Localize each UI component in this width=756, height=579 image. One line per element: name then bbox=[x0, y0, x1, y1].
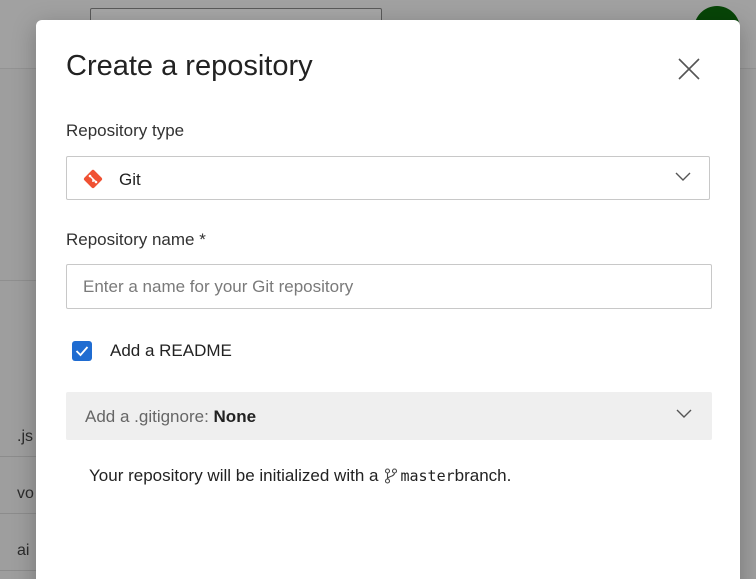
note-text-after: branch. bbox=[454, 466, 512, 485]
add-readme-option[interactable]: Add a README bbox=[72, 339, 232, 363]
branch-name: master bbox=[400, 467, 455, 485]
gitignore-dropdown[interactable]: Add a .gitignore: None bbox=[66, 392, 712, 440]
repository-name-input[interactable] bbox=[66, 264, 712, 309]
git-icon bbox=[83, 169, 103, 189]
close-button[interactable] bbox=[674, 54, 704, 84]
repository-type-dropdown[interactable]: Git bbox=[66, 156, 710, 200]
close-icon bbox=[678, 58, 700, 80]
repository-type-label: Repository type bbox=[66, 121, 185, 140]
chevron-down-icon bbox=[676, 409, 692, 418]
gitignore-text: Add a .gitignore: None bbox=[85, 407, 256, 427]
repository-name-label: Repository name * bbox=[66, 230, 206, 249]
gitignore-value: None bbox=[213, 407, 257, 426]
checkmark-icon bbox=[75, 346, 89, 357]
initialization-note: Your repository will be initialized with… bbox=[89, 466, 511, 486]
add-readme-label: Add a README bbox=[110, 341, 232, 360]
gitignore-label: Add a .gitignore: bbox=[85, 407, 214, 426]
branch-icon bbox=[385, 468, 398, 484]
chevron-down-icon bbox=[675, 172, 691, 181]
dialog-title: Create a repository bbox=[66, 50, 313, 82]
create-repository-dialog: Create a repository Repository type Git … bbox=[36, 20, 740, 579]
add-readme-checkbox[interactable] bbox=[72, 341, 92, 361]
note-text-before: Your repository will be initialized with… bbox=[89, 466, 379, 485]
repository-type-value: Git bbox=[119, 170, 141, 189]
